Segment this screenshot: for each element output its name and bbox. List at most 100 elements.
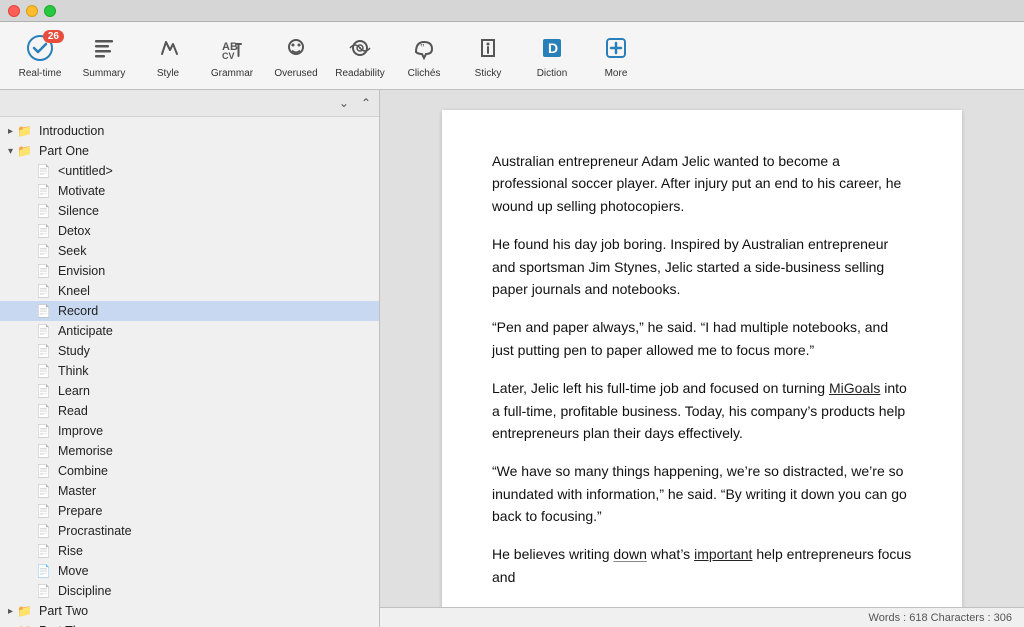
tree-label-detox: Detox: [58, 224, 91, 238]
svg-text:": ": [420, 42, 425, 54]
tree-label-combine: Combine: [58, 464, 108, 478]
underlined-text: MiGoals: [829, 380, 880, 396]
toolbar-item-sticky[interactable]: Sticky: [456, 26, 520, 86]
doc-icon: 📄: [36, 464, 51, 478]
tree-label-introduction: Introduction: [39, 124, 104, 138]
toolbar-item-style[interactable]: Style: [136, 26, 200, 86]
tree-item-motivate[interactable]: 📄Motivate: [0, 181, 379, 201]
traffic-light-yellow[interactable]: [26, 5, 38, 17]
doc-icon: 📄: [36, 224, 51, 238]
summary-icon: [88, 32, 120, 64]
word-count: Words : 618 Characters : 306: [869, 612, 1012, 624]
tree-item-part-one[interactable]: ▾📁Part One: [0, 141, 379, 161]
tree-item-combine[interactable]: 📄 Combine: [0, 461, 379, 481]
tree-label-memorise: Memorise: [58, 444, 113, 458]
folder-arrow-icon: ▸: [8, 606, 13, 617]
toolbar-item-realtime[interactable]: 26 Real-time: [8, 26, 72, 86]
tree-label-learn: Learn: [58, 384, 90, 398]
cliches-icon: ": [408, 32, 440, 64]
doc-icon: 📄: [36, 484, 51, 498]
toolbar: 26 Real-time Summary Style ABCV Grammar Overus…: [0, 22, 1024, 90]
tree-label-procrastinate: Procrastinate: [58, 524, 132, 538]
svg-text:CV: CV: [222, 51, 235, 61]
tree-item-silence[interactable]: 📄Silence: [0, 201, 379, 221]
paragraph-p4: Later, Jelic left his full-time job and …: [492, 377, 912, 444]
tree-item-introduction[interactable]: ▸📁Introduction: [0, 121, 379, 141]
toolbar-label-grammar: Grammar: [211, 68, 253, 79]
paragraph-p3: “Pen and paper always,” he said. “I had …: [492, 316, 912, 361]
tree-item-untitled[interactable]: 📄<untitled>: [0, 161, 379, 181]
tree-item-record[interactable]: 📄Record: [0, 301, 379, 321]
toolbar-label-sticky: Sticky: [475, 68, 502, 79]
traffic-light-green[interactable]: [44, 5, 56, 17]
tree-item-procrastinate[interactable]: 📄 Procrastinate: [0, 521, 379, 541]
tree-item-detox[interactable]: 📄 Detox: [0, 221, 379, 241]
toolbar-item-cliches[interactable]: "Clichés: [392, 26, 456, 86]
tree-item-improve[interactable]: 📄 Improve: [0, 421, 379, 441]
readability-icon: [344, 32, 376, 64]
tree-label-improve: Improve: [58, 424, 103, 438]
toolbar-item-grammar[interactable]: ABCV Grammar: [200, 26, 264, 86]
editor-scroll[interactable]: Australian entrepreneur Adam Jelic wante…: [380, 90, 1024, 607]
tree-label-prepare: Prepare: [58, 504, 102, 518]
doc-icon: 📄: [36, 364, 51, 378]
tree-item-study[interactable]: 📄Study: [0, 341, 379, 361]
tree-item-envision[interactable]: 📄Envision: [0, 261, 379, 281]
doc-icon: 📄: [36, 504, 51, 518]
tree-label-record: Record: [58, 304, 98, 318]
doc-icon: 📄: [36, 324, 51, 338]
tree-item-learn[interactable]: 📄Learn: [0, 381, 379, 401]
collapse-all-button[interactable]: [339, 96, 349, 110]
tree-label-study: Study: [58, 344, 90, 358]
tree-item-think[interactable]: 📄Think: [0, 361, 379, 381]
toolbar-item-readability[interactable]: Readability: [328, 26, 392, 86]
folder-icon: 📁: [17, 124, 32, 138]
sticky-icon: [472, 32, 504, 64]
tree-item-anticipate[interactable]: 📄 Anticipate: [0, 321, 379, 341]
tree-item-move[interactable]: 📄Move: [0, 561, 379, 581]
file-tree: ▸📁Introduction▾📁Part One📄<untitled>📄Moti…: [0, 117, 379, 627]
paragraph-p2: He found his day job boring. Inspired by…: [492, 233, 912, 300]
status-bar: Words : 618 Characters : 306: [380, 607, 1024, 627]
tree-label-motivate: Motivate: [58, 184, 105, 198]
doc-icon: 📄: [36, 244, 51, 258]
toolbar-item-more[interactable]: More: [584, 26, 648, 86]
overused-icon: [280, 32, 312, 64]
more-icon: [600, 32, 632, 64]
toolbar-item-summary[interactable]: Summary: [72, 26, 136, 86]
tree-item-memorise[interactable]: 📄Memorise: [0, 441, 379, 461]
tree-item-seek[interactable]: 📄Seek: [0, 241, 379, 261]
toolbar-label-diction: Diction: [537, 68, 568, 79]
traffic-light-red[interactable]: [8, 5, 20, 17]
tree-label-rise: Rise: [58, 544, 83, 558]
tree-item-kneel[interactable]: 📄Kneel: [0, 281, 379, 301]
tree-item-master[interactable]: 📄Master: [0, 481, 379, 501]
doc-icon: 📄: [36, 564, 51, 578]
expand-all-button[interactable]: [361, 96, 371, 110]
tree-item-rise[interactable]: 📄Rise: [0, 541, 379, 561]
toolbar-label-realtime: Real-time: [19, 68, 62, 79]
folder-icon: 📁: [17, 144, 32, 158]
tree-item-prepare[interactable]: 📄 Prepare: [0, 501, 379, 521]
titlebar: [0, 0, 1024, 22]
doc-icon: 📄: [36, 524, 51, 538]
doc-icon: 📄: [36, 424, 51, 438]
toolbar-badge-realtime: 26: [43, 30, 64, 43]
tree-item-read[interactable]: 📄Read: [0, 401, 379, 421]
doc-icon: 📄: [36, 164, 51, 178]
tree-item-part-three[interactable]: ▸📁Part Three: [0, 621, 379, 627]
toolbar-label-readability: Readability: [335, 68, 384, 79]
toolbar-item-overused[interactable]: Overused: [264, 26, 328, 86]
dotted-underline-text: down: [613, 546, 646, 562]
paragraph-p6: He believes writing down what’s importan…: [492, 543, 912, 588]
tree-item-discipline[interactable]: 📄Discipline: [0, 581, 379, 601]
tree-item-part-two[interactable]: ▸📁Part Two: [0, 601, 379, 621]
doc-icon: 📄: [36, 264, 51, 278]
folder-icon: 📁: [17, 604, 32, 618]
toolbar-label-summary: Summary: [83, 68, 126, 79]
tree-label-anticipate: Anticipate: [58, 324, 113, 338]
grammar-icon: ABCV: [216, 32, 248, 64]
toolbar-item-diction[interactable]: DDiction: [520, 26, 584, 86]
page: Australian entrepreneur Adam Jelic wante…: [442, 110, 962, 607]
toolbar-label-style: Style: [157, 68, 179, 79]
